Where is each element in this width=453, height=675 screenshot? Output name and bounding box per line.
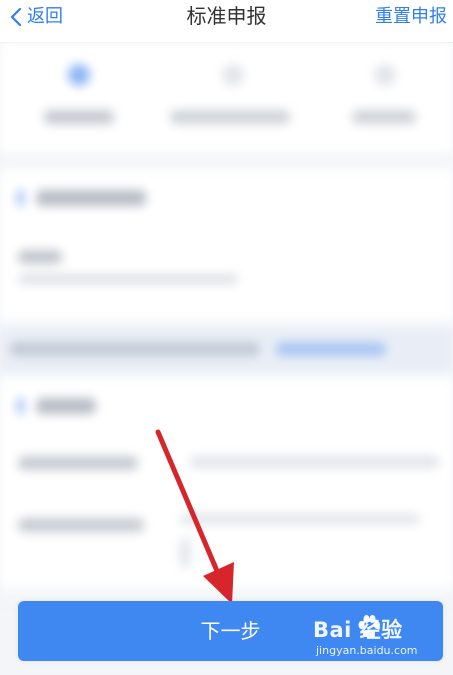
tip-bar — [0, 328, 453, 372]
watermark: Bai 经验 jingyan.baidu.com — [313, 614, 445, 662]
blurred-form-area — [0, 42, 453, 602]
step-indicator — [0, 42, 453, 152]
reset-button[interactable]: 重置申报 — [375, 5, 447, 29]
watermark-url: jingyan.baidu.com — [316, 644, 418, 657]
app-screen: 返回 标准申报 重置申报 下一步 Bai 经验 jingyan.baidu.co… — [0, 0, 453, 675]
paw-icon — [358, 615, 380, 638]
nav-bar: 返回 标准申报 重置申报 — [0, 0, 453, 43]
section-declaration — [0, 378, 453, 588]
section-basic-info — [0, 170, 453, 320]
